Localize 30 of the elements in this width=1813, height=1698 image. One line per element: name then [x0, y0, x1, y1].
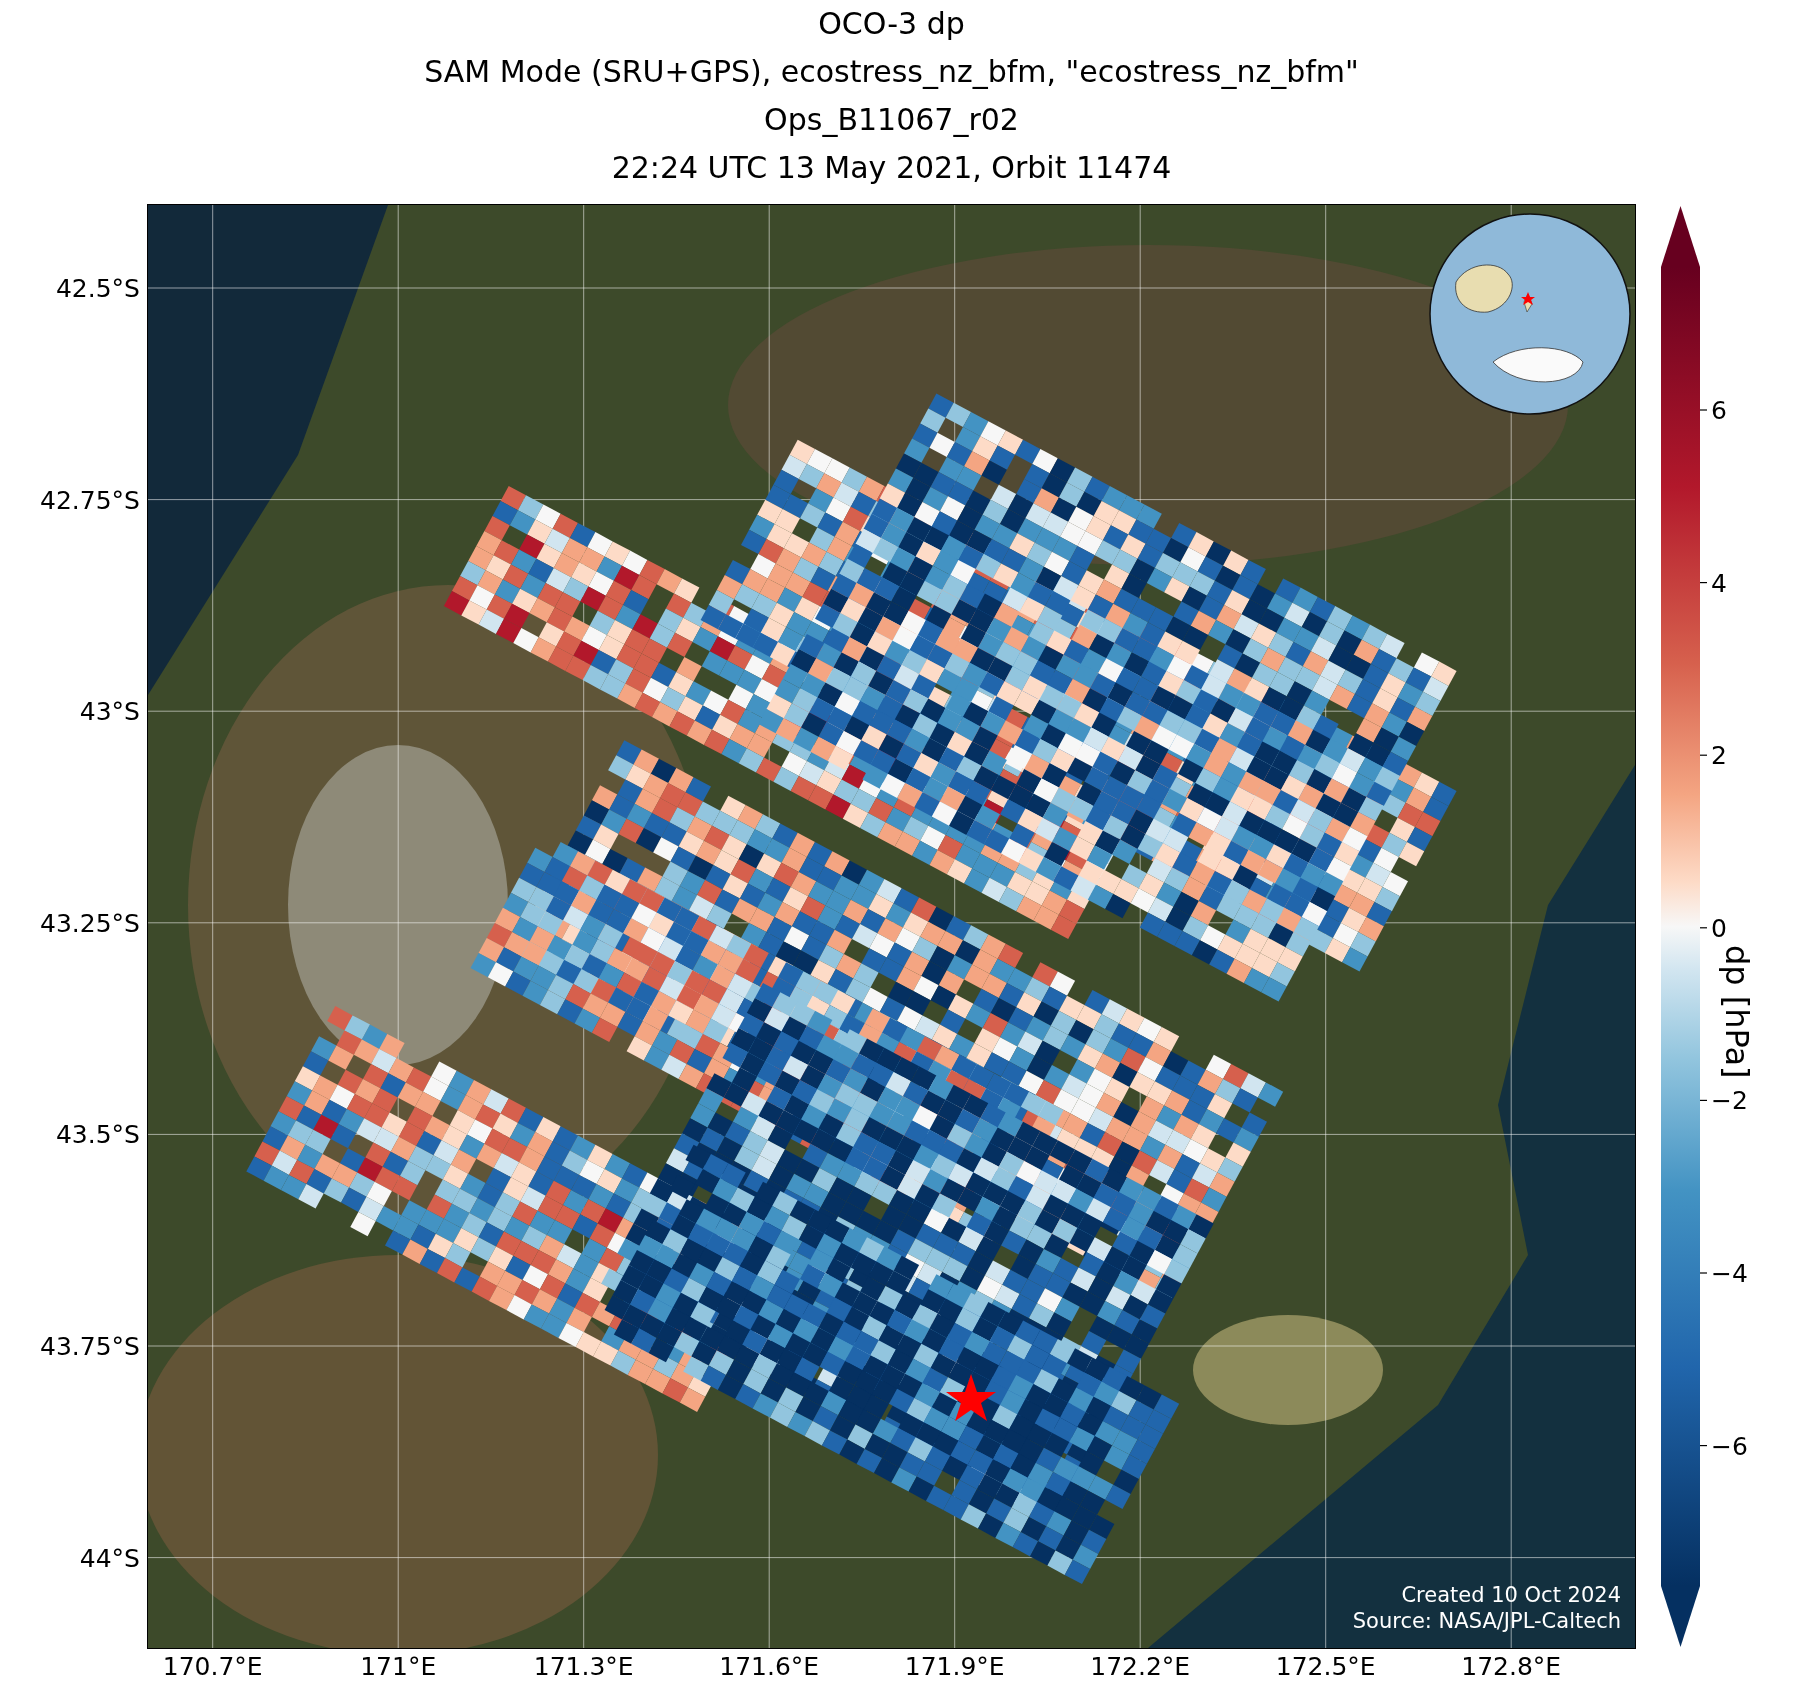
colorbar-label: dp [hPa]	[1718, 945, 1756, 1079]
longitude-tick-label: 171.9°E	[904, 1652, 1005, 1681]
credit-text: Source: NASA/JPL-Caltech	[1352, 1608, 1621, 1634]
chart-title: SAM Mode (SRU+GPS), ecostress_nz_bfm, "ecostress_nz_bfm"	[423, 53, 1360, 91]
colorbar-tick-label: 0	[1711, 913, 1727, 943]
longitude-tick-label: 172.5°E	[1275, 1652, 1376, 1681]
longitude-tick-label: 172.2°E	[1090, 1652, 1191, 1681]
latitude-tick-label: 42.5°S	[55, 273, 140, 303]
longitude-tick-label: 171.6°E	[719, 1652, 820, 1681]
latitude-tick-label: 43.25°S	[40, 908, 140, 938]
colorbar-tick-label: 4	[1711, 568, 1727, 598]
longitude-tick-label: 172.8°E	[1461, 1652, 1562, 1681]
colorbar-tick-label: 6	[1711, 395, 1727, 425]
latitude-tick-label: 44°S	[79, 1543, 140, 1573]
colorbar-tick-label: −4	[1711, 1258, 1748, 1288]
chart-title: Ops_B11067_r02	[763, 101, 1020, 139]
longitude-tick-label: 171°E	[360, 1652, 437, 1681]
chart-title: OCO-3 dp	[817, 5, 966, 43]
latitude-tick-label: 42.75°S	[40, 485, 140, 515]
longitude-tick-label: 170.7°E	[162, 1652, 263, 1681]
colorbar-tick-label: 2	[1711, 740, 1727, 770]
latitude-tick-label: 43°S	[79, 696, 140, 726]
chart-title: 22:24 UTC 13 May 2021, Orbit 11474	[610, 149, 1173, 187]
latitude-tick-label: 43.75°S	[40, 1331, 140, 1361]
colorbar-tick-label: −6	[1711, 1431, 1748, 1461]
longitude-tick-label: 171.3°E	[533, 1652, 634, 1681]
colorbar-tick-label: −2	[1711, 1085, 1748, 1115]
latitude-tick-label: 43.5°S	[55, 1119, 140, 1149]
credit-text: Created 10 Oct 2024	[1400, 1582, 1621, 1608]
location-star-icon	[946, 1374, 996, 1421]
